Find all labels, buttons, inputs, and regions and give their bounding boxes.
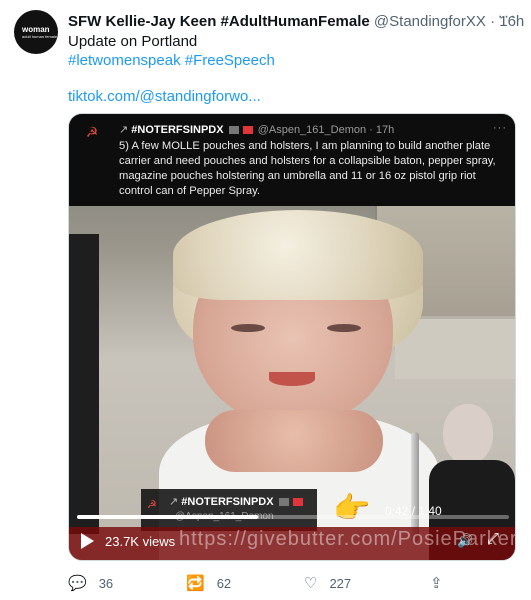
pointing-hand-icon: 👉 [333, 492, 371, 525]
video-views: 23.7K views [105, 534, 176, 549]
avatar-text-line1: woman [22, 24, 50, 34]
mid-overlay-title: #NOTERFSINPDX [181, 496, 274, 508]
video-inset-knife [411, 432, 419, 542]
play-icon[interactable] [81, 533, 94, 549]
video-person-hair-top [173, 210, 423, 300]
hammer-sickle-small-icon: ☭ [147, 499, 157, 511]
video-time: 0:42 / 1:40 [385, 504, 442, 518]
video-mid-overlay: ☭ ↗ #NOTERFSINPDX @Aspen_161_Demon [141, 489, 317, 531]
like-button[interactable]: ♡ 227 [304, 574, 351, 592]
flag-icon [278, 498, 289, 507]
video-background-shape [69, 234, 99, 534]
video-player[interactable]: ☭ ↗ #NOTERFSINPDX @Aspen_161_Demon · 17h… [68, 113, 516, 561]
video-tweet-overlay: ☭ ↗ #NOTERFSINPDX @Aspen_161_Demon · 17h… [69, 114, 515, 206]
display-name[interactable]: SFW Kellie-Jay Keen #AdultHumanFemale [68, 13, 370, 30]
retweet-button[interactable]: 🔁 62 [186, 574, 231, 592]
overlay-title: #NOTERFSINPDX [131, 124, 224, 136]
retweet-icon: 🔁 [186, 575, 205, 592]
like-count: 227 [329, 575, 352, 591]
overlay-handle: @Aspen_161_Demon [257, 124, 367, 136]
tweet-text: Update on Portland [68, 33, 198, 50]
reply-button[interactable]: 💬 36 [68, 574, 113, 592]
overlay-more-icon: ··· [493, 122, 507, 134]
overlay-body: 5) A few MOLLE pouches and holsters, I a… [119, 140, 496, 197]
overlay-separator: · [369, 124, 373, 136]
flag-icon [228, 126, 239, 135]
reply-count: 36 [98, 575, 114, 591]
tweet-actions: 💬 36 🔁 62 ♡ 227 ⇪ [68, 574, 488, 594]
more-dots-icon[interactable]: ··· [496, 9, 518, 28]
speaker-icon[interactable]: 🔊 [457, 533, 473, 548]
overlay-time: 17h [375, 124, 395, 136]
retweet-count: 62 [216, 575, 232, 591]
red-flag-icon [242, 126, 253, 135]
user-handle[interactable]: @StandingforXX [374, 13, 486, 30]
video-person-eyes [231, 324, 361, 336]
video-person-mouth [269, 372, 315, 386]
heart-icon: ♡ [304, 575, 318, 592]
avatar-text-line2: adult human female [22, 33, 58, 39]
overlay-header: ↗ #NOTERFSINPDX @Aspen_161_Demon · 17h [119, 124, 395, 136]
tweet-hashtags[interactable]: #letwomenspeak #FreeSpeech [68, 51, 275, 70]
tweet-link[interactable]: tiktok.com/@standingforwo... [68, 87, 261, 106]
video-progress-fill [77, 515, 259, 519]
video-person-hands [205, 410, 383, 472]
tweet[interactable]: woman adult human female SFW Kellie-Jay … [0, 0, 531, 600]
tweet-header: SFW Kellie-Jay Keen #AdultHumanFemale @S… [68, 12, 524, 31]
fullscreen-icon[interactable]: ⤢ [487, 530, 505, 548]
video-progress-bar[interactable] [77, 515, 509, 519]
mid-overlay-header: ↗ #NOTERFSINPDX [169, 495, 305, 508]
red-flag-icon [292, 498, 303, 507]
hammer-sickle-logo-icon: ☭ [85, 124, 99, 140]
reply-icon: 💬 [68, 575, 87, 592]
share-button[interactable]: ⇪ [430, 574, 455, 592]
share-icon: ⇪ [430, 575, 443, 592]
header-separator: · [490, 13, 496, 30]
avatar[interactable]: woman adult human female [14, 10, 58, 54]
